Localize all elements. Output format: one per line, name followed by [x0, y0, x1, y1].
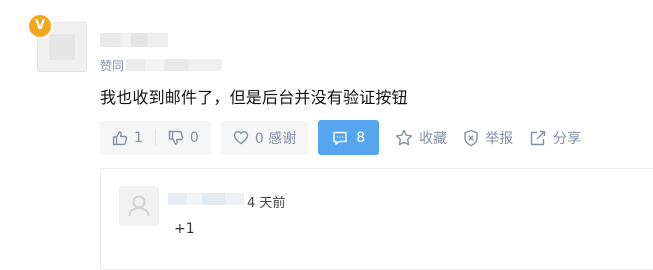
downvote-count: 0: [189, 129, 199, 146]
thanks-label: 0 感谢: [254, 130, 297, 147]
comment-list: 4 天前 +1: [100, 168, 653, 270]
comment-count: 8: [356, 129, 366, 146]
thanks-button[interactable]: 0 感谢: [220, 120, 309, 155]
report-label: 举报: [485, 130, 514, 147]
shield-icon: [463, 129, 479, 147]
share-button[interactable]: 分享: [529, 128, 581, 148]
meta-redacted: [126, 59, 223, 71]
favorite-label: 收藏: [419, 130, 448, 147]
meta-prefix: 赞同: [100, 58, 125, 73]
report-button[interactable]: 举报: [463, 128, 513, 148]
heart-icon: [233, 130, 249, 145]
thumb-down-icon: [168, 130, 184, 146]
avatar[interactable]: [119, 186, 159, 226]
default-avatar-icon: [128, 195, 150, 217]
comment-time: 4 天前: [247, 196, 286, 211]
thumb-up-icon: [112, 130, 128, 146]
downvote-button[interactable]: 0: [156, 121, 211, 155]
favorite-button[interactable]: 收藏: [395, 128, 447, 148]
author-name-redacted[interactable]: [100, 33, 168, 47]
share-label: 分享: [553, 130, 582, 147]
action-bar: 1 0 0 感谢 8 收藏 举报 分享: [100, 120, 581, 155]
share-icon: [529, 129, 547, 147]
comment-button[interactable]: 8: [318, 120, 380, 155]
comment-text: +1: [174, 221, 195, 237]
star-icon: [395, 129, 413, 146]
comment-icon: [332, 130, 348, 146]
commenter-name-redacted[interactable]: [168, 193, 244, 205]
upvote-button[interactable]: 1: [100, 121, 155, 155]
upvote-count: 1: [134, 129, 143, 146]
answer-meta: 赞同: [100, 57, 223, 73]
answer-text: 我也收到邮件了，但是后台并没有验证按钮: [100, 88, 408, 107]
vote-group: 1 0: [100, 120, 211, 155]
verified-badge-icon: V: [27, 13, 53, 39]
